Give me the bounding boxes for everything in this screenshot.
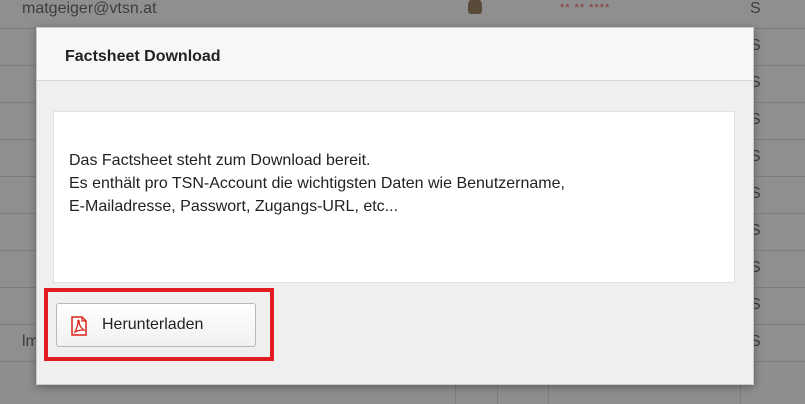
dialog-title: Factsheet Download (65, 48, 221, 65)
factsheet-dialog: Factsheet Download Das Factsheet steht z… (36, 27, 754, 385)
table-row: matgeiger@vtsn.at ** ** **** S (0, 0, 805, 29)
row-email: matgeiger@vtsn.at (22, 0, 157, 17)
dialog-header: Factsheet Download (37, 28, 753, 81)
download-button-label: Herunterladen (102, 316, 204, 333)
pdf-icon (71, 316, 87, 336)
dialog-message: Das Factsheet steht zum Download bereit.… (69, 149, 729, 218)
dialog-message-line: Das Factsheet steht zum Download bereit. (69, 152, 371, 169)
dialog-message-line: E-Mailadresse, Passwort, Zugangs-URL, et… (69, 198, 399, 215)
row-password: ** ** **** (560, 2, 611, 14)
dialog-message-line: Es enthält pro TSN-Account die wichtigst… (69, 175, 565, 192)
row-flag: S (750, 0, 761, 17)
download-button[interactable]: Herunterladen (56, 303, 256, 347)
avatar-icon (468, 0, 482, 14)
dialog-body: Das Factsheet steht zum Download bereit.… (53, 111, 735, 283)
